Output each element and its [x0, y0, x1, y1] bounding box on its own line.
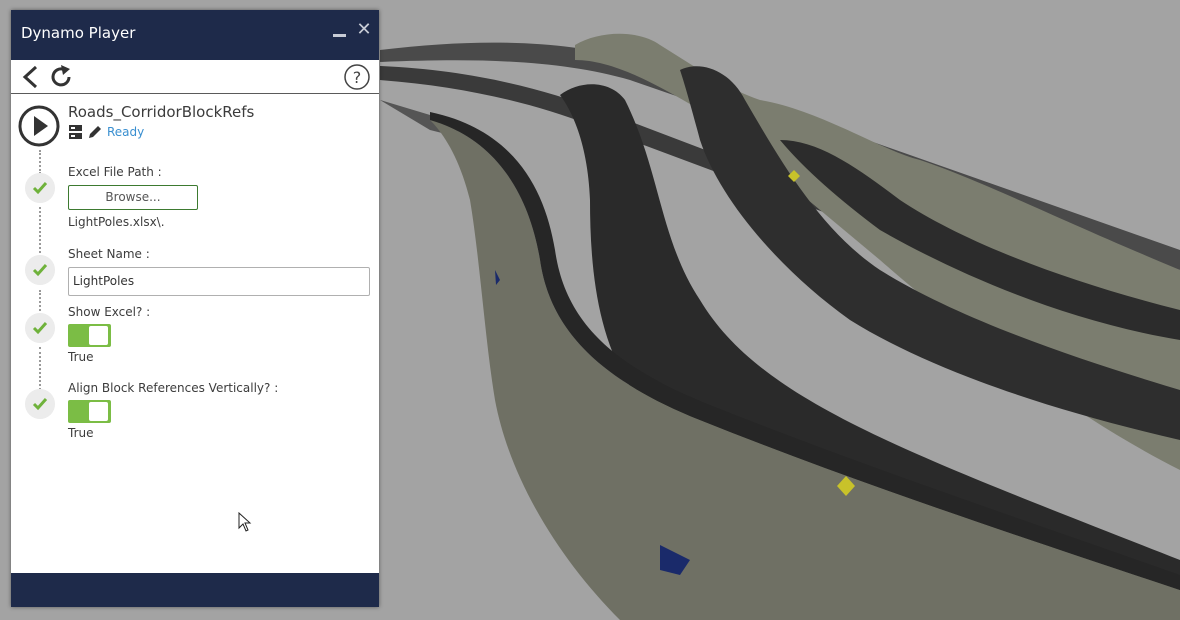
align-block-references-value: True — [68, 426, 94, 440]
connector-line — [39, 150, 41, 174]
window-title: Dynamo Player — [21, 24, 136, 42]
show-excel-value: True — [68, 350, 94, 364]
refresh-icon[interactable] — [48, 64, 74, 90]
script-name: Roads_CorridorBlockRefs — [68, 103, 255, 121]
status-label: Ready — [107, 125, 145, 139]
toolbar: ? — [11, 60, 379, 94]
show-excel-toggle[interactable] — [68, 324, 111, 347]
title-bar[interactable]: Dynamo Player ✕ — [11, 10, 379, 60]
close-icon[interactable]: ✕ — [356, 21, 372, 39]
mouse-cursor-icon — [238, 512, 252, 532]
toggle-knob — [89, 326, 108, 345]
browse-button[interactable]: Browse... — [68, 185, 198, 210]
play-run-icon[interactable] — [17, 104, 61, 148]
back-arrow-icon[interactable] — [18, 64, 44, 90]
connector-line — [39, 207, 41, 257]
toggle-knob — [89, 402, 108, 421]
align-block-references-label: Align Block References Vertically? : — [68, 381, 279, 395]
check-icon — [25, 173, 55, 203]
help-icon[interactable]: ? — [343, 63, 371, 91]
connector-line — [39, 347, 41, 390]
check-icon — [25, 255, 55, 285]
sheet-name-input[interactable]: LightPoles — [68, 267, 370, 296]
connector-line — [39, 290, 41, 315]
sheet-name-label: Sheet Name : — [68, 247, 150, 261]
align-block-references-toggle[interactable] — [68, 400, 111, 423]
show-excel-label: Show Excel? : — [68, 305, 151, 319]
footer-bar — [11, 573, 379, 607]
server-icon[interactable] — [68, 124, 84, 140]
check-icon — [25, 313, 55, 343]
dynamo-player-window: Dynamo Player ✕ ? Roads_CorridorBlockRef… — [11, 10, 379, 607]
svg-text:?: ? — [353, 68, 362, 87]
check-icon — [25, 389, 55, 419]
excel-file-path-label: Excel File Path : — [68, 165, 162, 179]
minimize-icon[interactable] — [333, 34, 346, 37]
script-panel: Roads_CorridorBlockRefs Ready Excel File… — [11, 94, 379, 573]
excel-file-path-value: LightPoles.xlsx\. — [68, 215, 165, 229]
edit-pencil-icon[interactable] — [87, 124, 103, 140]
